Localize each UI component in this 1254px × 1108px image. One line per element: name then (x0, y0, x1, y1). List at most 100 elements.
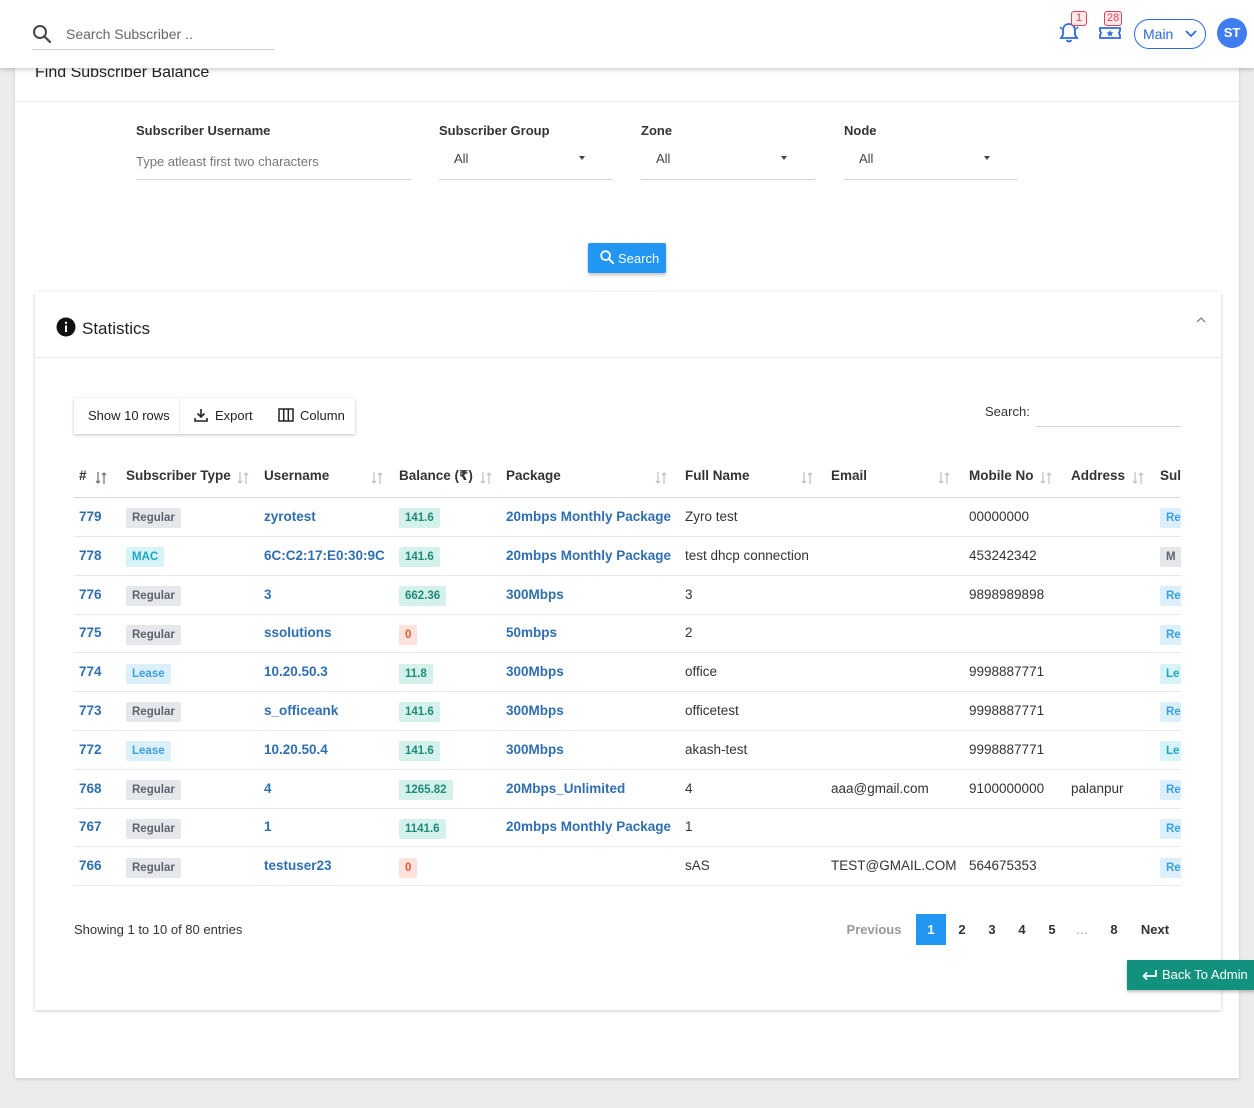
cell-username[interactable]: 10.20.50.3 (264, 653, 328, 691)
back-to-admin-button[interactable]: Back To Admin (1127, 960, 1254, 990)
table-row[interactable]: 766 Regular testuser23 0 sAS TEST@GMAIL.COM 56… (74, 847, 1181, 887)
cell-username[interactable]: 6C:C2:17:E0:30:9C (264, 537, 385, 575)
group-select-value: All (454, 151, 469, 166)
table-row[interactable]: 773 Regular s_officeank 141.6 300Mbps officet… (74, 692, 1181, 731)
pagination-page[interactable]: 8 (1099, 914, 1129, 945)
table-search-label: Search: (985, 404, 1030, 419)
show-rows-button[interactable]: Show 10 rows (88, 398, 170, 434)
cell-fullname: office (685, 664, 718, 680)
table-row[interactable]: 779 Regular zyrotest 141.6 20mbps Monthly Pa… (74, 498, 1181, 537)
pagination-page[interactable]: 5 (1037, 914, 1067, 945)
column-button[interactable]: Column (278, 398, 348, 434)
sub-badge: Le (1160, 663, 1181, 684)
cell-id[interactable]: 775 (79, 614, 102, 652)
table-row[interactable]: 776 Regular 3 662.36 300Mbps 3 9898989898 Re (74, 576, 1181, 615)
cell-username[interactable]: ssolutions (264, 614, 332, 652)
pagination-previous[interactable]: Previous (841, 914, 907, 945)
main-select[interactable]: Main (1134, 19, 1206, 49)
cell-id[interactable]: 776 (79, 576, 102, 614)
cell-package[interactable]: 300Mbps (506, 576, 564, 614)
table-row[interactable]: 768 Regular 4 1265.82 20Mbps_Unlimited 4 aaa@g… (74, 770, 1181, 809)
cell-id[interactable]: 773 (79, 692, 102, 730)
header-package[interactable]: Package (506, 458, 561, 497)
sort-icon[interactable] (1040, 471, 1052, 485)
cell-package[interactable]: 50mbps (506, 614, 557, 652)
cell-username[interactable]: zyrotest (264, 498, 316, 536)
global-search-input[interactable] (66, 24, 266, 44)
export-button[interactable]: Export (194, 398, 258, 434)
node-label: Node (844, 123, 877, 138)
cell-username[interactable]: 3 (264, 576, 272, 614)
header-id[interactable]: # (79, 458, 87, 497)
cell-id[interactable]: 766 (79, 847, 102, 885)
tickets-badge: 28 (1104, 11, 1123, 26)
pagination-page[interactable]: 2 (947, 914, 977, 945)
zone-select[interactable]: All (641, 146, 815, 180)
cell-package[interactable]: 20mbps Monthly Package (506, 808, 671, 846)
node-select[interactable]: All (844, 146, 1018, 180)
sort-icon[interactable] (237, 471, 249, 485)
table-row[interactable]: 772 Lease 10.20.50.4 141.6 300Mbps akash-test… (74, 731, 1181, 770)
cell-username[interactable]: 4 (264, 770, 272, 808)
cell-package[interactable]: 20mbps Monthly Package (506, 537, 671, 575)
sort-icon[interactable] (480, 471, 492, 485)
table-row[interactable]: 775 Regular ssolutions 0 50mbps 2 Re (74, 614, 1181, 654)
cell-id[interactable]: 768 (79, 770, 102, 808)
sort-icon[interactable] (801, 471, 813, 485)
username-input[interactable]: Type atleast first two characters (136, 146, 411, 180)
cell-id[interactable]: 779 (79, 498, 102, 536)
header-subscriber-type[interactable]: Subscriber Type (126, 458, 231, 497)
cell-id[interactable]: 778 (79, 537, 102, 575)
header-username[interactable]: Username (264, 458, 329, 497)
cell-address: palanpur (1071, 780, 1124, 796)
search-button[interactable]: Search (588, 243, 666, 273)
table-row[interactable]: 774 Lease 10.20.50.3 11.8 300Mbps office 99988… (74, 653, 1181, 693)
cell-package[interactable]: 300Mbps (506, 731, 564, 769)
cell-id[interactable]: 767 (79, 808, 102, 846)
sort-icon[interactable] (371, 471, 383, 485)
cell-username[interactable]: 10.20.50.4 (264, 731, 328, 769)
table-row[interactable]: 778 MAC 6C:C2:17:E0:30:9C 141.6 20mbps Month… (74, 537, 1181, 576)
cell-package[interactable]: 300Mbps (506, 653, 564, 691)
pagination-next[interactable]: Next (1132, 914, 1178, 945)
cell-type: Regular (126, 808, 181, 846)
node-select-value: All (859, 151, 874, 166)
cell-fullname: test dhcp connection (685, 547, 809, 563)
caret-down-icon (579, 156, 585, 160)
sort-icon[interactable] (95, 471, 107, 485)
cell-balance: 1141.6 (399, 808, 446, 846)
sub-badge: Le (1160, 741, 1181, 762)
cell-id[interactable]: 772 (79, 731, 102, 769)
header-full-name[interactable]: Full Name (685, 458, 750, 497)
sort-icon[interactable] (1132, 471, 1144, 485)
header-sub[interactable]: Sul (1160, 458, 1181, 497)
subscriber-type-badge: Regular (126, 624, 181, 645)
cell-username[interactable]: 1 (264, 808, 272, 846)
table-row[interactable]: 767 Regular 1 1141.6 20mbps Monthly Package 1… (74, 808, 1181, 848)
cell-username[interactable]: s_officeank (264, 692, 338, 730)
cell-package[interactable]: 300Mbps (506, 692, 564, 730)
chevron-up-icon[interactable] (1195, 316, 1207, 324)
cell-package[interactable]: 20mbps Monthly Package (506, 498, 671, 536)
cell-package[interactable]: 20Mbps_Unlimited (506, 770, 625, 808)
pagination-page[interactable]: 4 (1007, 914, 1037, 945)
sort-icon[interactable] (938, 471, 950, 485)
table-search-input[interactable] (1036, 399, 1181, 427)
group-select[interactable]: All (439, 146, 613, 180)
cell-id[interactable]: 774 (79, 653, 102, 691)
global-search[interactable] (32, 22, 274, 50)
pagination-page[interactable]: 1 (916, 914, 946, 945)
header-address[interactable]: Address (1071, 458, 1125, 497)
cell-username[interactable]: testuser23 (264, 847, 332, 885)
pagination-page[interactable]: 3 (977, 914, 1007, 945)
header-balance[interactable]: Balance (₹) (399, 458, 473, 497)
cell-sub: Re (1160, 614, 1181, 652)
avatar[interactable]: ST (1217, 18, 1247, 48)
cell-type: Lease (126, 731, 171, 769)
header-email[interactable]: Email (831, 458, 867, 497)
balance-badge: 141.6 (399, 702, 440, 723)
cell-sub: Re (1160, 576, 1181, 614)
sort-icon[interactable] (655, 471, 667, 485)
cell-type: Lease (126, 653, 171, 691)
header-mobile-no[interactable]: Mobile No (969, 458, 1034, 497)
